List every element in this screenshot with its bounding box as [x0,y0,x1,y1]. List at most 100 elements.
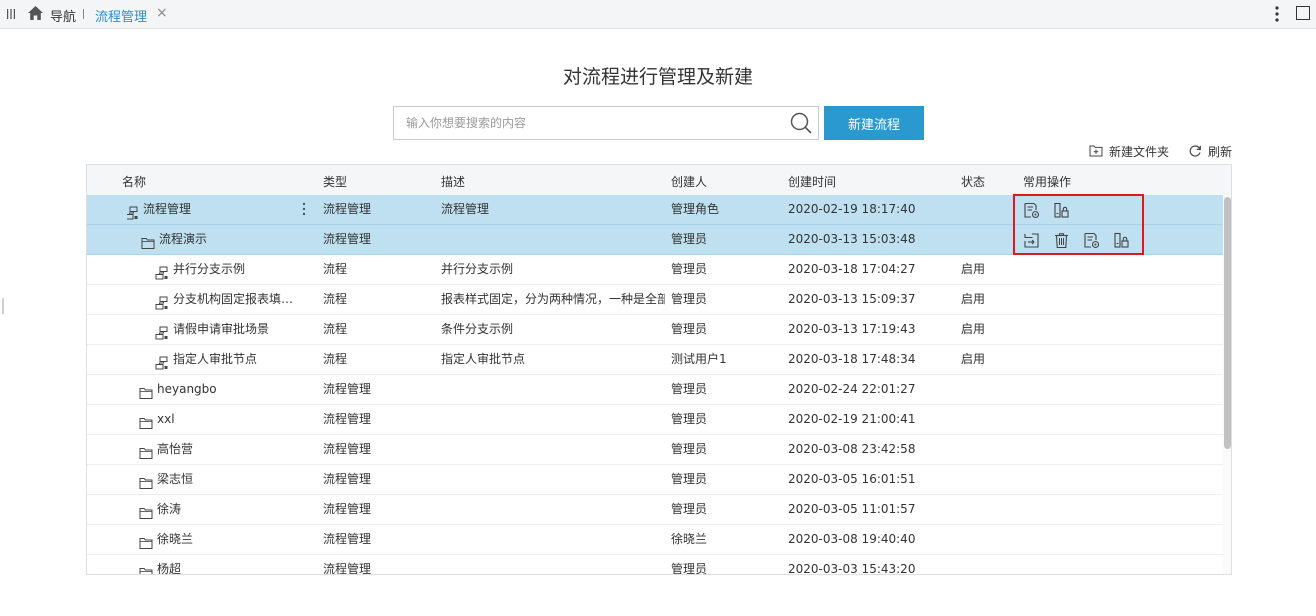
name-cell: 流程管理 [127,195,312,224]
page-title: 对流程进行管理及新建 [562,66,753,88]
kebab-icon[interactable] [1270,4,1284,24]
search-input[interactable] [394,107,784,139]
col-type[interactable]: 类型 [323,173,347,190]
search-box [393,106,819,140]
name-cell: 指定人审批节点 [127,345,312,374]
home-icon[interactable] [27,5,44,21]
more-icon[interactable] [301,201,307,217]
table-row[interactable]: 杨超 流程管理 管理员 2020-03-03 15:43:20 [87,555,1223,575]
new-folder-icon [1089,145,1103,157]
folder-icon [139,502,153,519]
row-name[interactable]: 流程演示 [159,225,303,254]
tab-process-management[interactable]: 流程管理 [95,6,147,25]
new-flow-button[interactable]: 新建流程 [824,106,924,140]
scrollbar-thumb[interactable] [1224,197,1231,449]
permission-icon[interactable] [1053,201,1070,218]
creator-cell: 管理员 [671,562,708,575]
col-desc[interactable]: 描述 [441,173,465,190]
col-time[interactable]: 创建时间 [788,173,836,190]
delete-icon[interactable] [1053,231,1070,249]
table-body: 流程管理 流程管理 流程管理 管理角色 2020-02-19 18:17:40 流程演示流… [87,195,1223,575]
desc-cell [441,435,665,464]
status-cell: 启用 [961,262,986,276]
table-row[interactable]: 徐涛 流程管理 管理员 2020-03-05 11:01:57 [87,495,1223,525]
table-row[interactable]: 并行分支示例 流程 并行分支示例 管理员 2020-03-18 17:04:27 启用 [87,255,1223,285]
table-row[interactable]: 徐晓兰 流程管理 徐晓兰 2020-03-08 19:40:40 [87,525,1223,555]
creator-cell: 管理员 [671,292,708,306]
process-icon [155,262,169,280]
resize-handle[interactable] [2,298,4,314]
row-name[interactable]: 徐晓兰 [157,525,303,554]
type-cell: 流程管理 [323,472,372,486]
move-in-icon[interactable] [1023,231,1040,248]
refresh-button[interactable]: 刷新 [1188,143,1234,159]
name-cell: 梁志恒 [127,465,312,494]
time-cell: 2020-03-08 19:40:40 [788,532,916,546]
desc-cell: 并行分支示例 [441,262,514,276]
table-row[interactable]: 指定人审批节点 流程 指定人审批节点 测试用户1 2020-03-18 17:48:34… [87,345,1223,375]
status-cell: 启用 [961,322,986,336]
name-cell: heyangbo [127,375,312,404]
edit-form-icon[interactable] [1083,231,1100,249]
row-name[interactable]: 分支机构固定报表填报... [173,285,303,314]
row-name[interactable]: 梁志恒 [157,465,303,494]
table-row[interactable]: 梁志恒 流程管理 管理员 2020-03-05 16:01:51 [87,465,1223,495]
row-name[interactable]: 流程管理 [143,195,303,224]
desc-cell [441,555,665,574]
table-row[interactable]: 高怡营 流程管理 管理员 2020-03-08 23:42:58 [87,435,1223,465]
nav-tab[interactable]: 导航 [50,6,76,25]
col-status[interactable]: 状态 [961,173,985,190]
table-row[interactable]: 流程管理 流程管理 流程管理 管理角色 2020-02-19 18:17:40 [87,195,1223,225]
search-icon[interactable] [789,111,813,135]
table-row[interactable]: 请假申请审批场景 流程 条件分支示例 管理员 2020-03-13 17:19:43 启用 [87,315,1223,345]
name-cell: 分支机构固定报表填报... [127,285,312,314]
creator-cell: 管理员 [671,232,708,246]
col-creator[interactable]: 创建人 [671,173,707,190]
type-cell: 流程管理 [323,382,372,396]
table-row[interactable]: 分支机构固定报表填报... 流程 报表样式固定，分为两种情况，一种是全部 管理员 202… [87,285,1223,315]
desc-cell [441,225,665,254]
row-name[interactable]: 杨超 [157,555,303,574]
row-name[interactable]: 并行分支示例 [173,255,303,284]
table-row[interactable]: xxl 流程管理 管理员 2020-02-19 21:00:41 [87,405,1223,435]
status-cell: 启用 [961,352,986,366]
permission-icon[interactable] [1113,231,1130,248]
row-name[interactable]: 指定人审批节点 [173,345,303,374]
folder-icon [139,412,153,429]
creator-cell: 管理员 [671,442,708,456]
folder-icon [139,472,153,489]
table-row[interactable]: 流程演示 流程管理 管理员 2020-03-13 15:03:48 [87,225,1223,255]
table-row[interactable]: heyangbo 流程管理 管理员 2020-02-24 22:01:27 [87,375,1223,405]
window-icon[interactable] [1296,6,1310,20]
row-name[interactable]: 高怡营 [157,435,303,464]
name-cell: 并行分支示例 [127,255,312,284]
type-cell: 流程管理 [323,442,372,456]
creator-cell: 管理员 [671,382,708,396]
type-cell: 流程管理 [323,562,372,575]
menu-icon[interactable] [6,7,16,21]
process-icon [127,202,139,220]
desc-cell: 条件分支示例 [441,322,514,336]
edit-form-icon[interactable] [1023,201,1040,219]
status-cell [961,495,1001,524]
row-name[interactable]: 请假申请审批场景 [173,315,303,344]
new-folder-button[interactable]: 新建文件夹 [1089,143,1171,159]
time-cell: 2020-02-19 21:00:41 [788,412,916,426]
process-icon [155,352,169,370]
name-cell: 杨超 [127,555,312,574]
tab-bar: 导航 流程管理 × [0,0,1316,29]
row-name[interactable]: 徐涛 [157,495,303,524]
col-name[interactable]: 名称 [122,173,146,190]
status-cell [961,435,1001,464]
row-name[interactable]: xxl [157,405,303,434]
status-cell [961,195,1001,224]
creator-cell: 管理员 [671,262,708,276]
desc-cell: 指定人审批节点 [441,352,526,366]
folder-icon [141,232,155,249]
close-icon[interactable]: × [156,5,168,21]
desc-cell [441,405,665,434]
row-name[interactable]: heyangbo [157,375,303,404]
folder-icon [139,532,153,549]
time-cell: 2020-02-24 22:01:27 [788,382,916,396]
status-cell [961,225,1001,254]
